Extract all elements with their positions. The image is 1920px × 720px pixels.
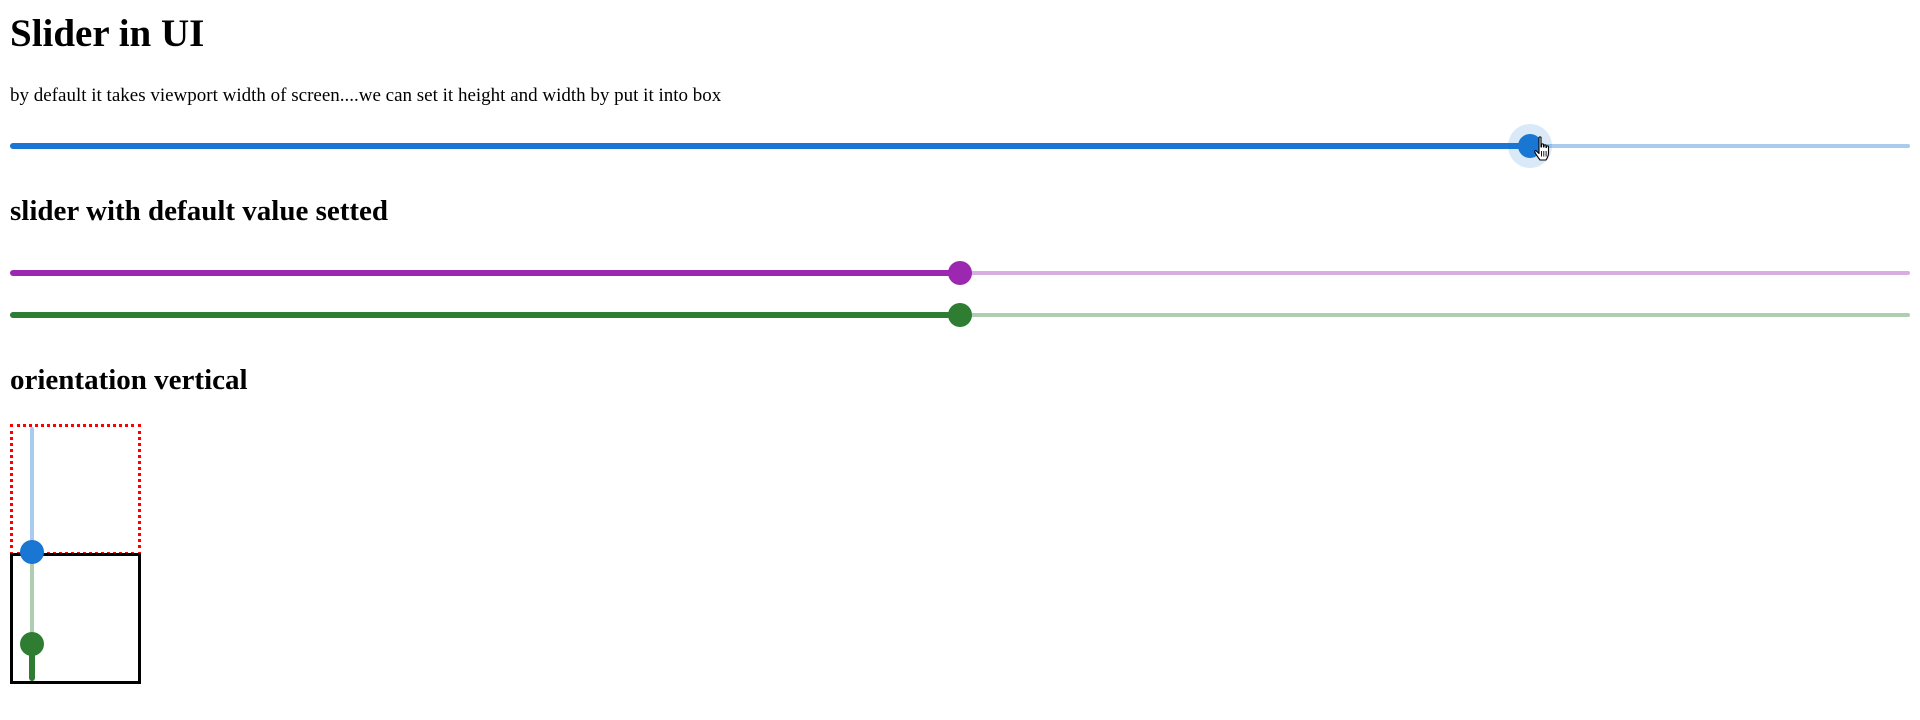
- slider-track: [10, 270, 960, 276]
- page-description: by default it takes viewport width of sc…: [10, 85, 722, 106]
- default-value-heading: slider with default value setted: [10, 195, 389, 227]
- vertical-green-slider[interactable]: [20, 556, 44, 681]
- slider-thumb[interactable]: [948, 261, 972, 285]
- purple-slider[interactable]: [10, 261, 1910, 285]
- slider-thumb[interactable]: [948, 303, 972, 327]
- vertical-orientation-heading: orientation vertical: [10, 364, 248, 396]
- slider-thumb[interactable]: [1518, 134, 1542, 158]
- green-slider[interactable]: [10, 303, 1910, 327]
- page-title: Slider in UI: [10, 12, 205, 55]
- slider-thumb[interactable]: [20, 540, 44, 564]
- vertical-blue-slider[interactable]: [20, 427, 44, 564]
- slider-rail: [30, 427, 34, 552]
- slider-track: [10, 143, 1530, 149]
- slider-thumb[interactable]: [20, 631, 44, 656]
- slider-track: [10, 312, 960, 318]
- page-root: Slider in UI by default it takes viewpor…: [0, 0, 1920, 720]
- basic-slider[interactable]: [10, 124, 1910, 168]
